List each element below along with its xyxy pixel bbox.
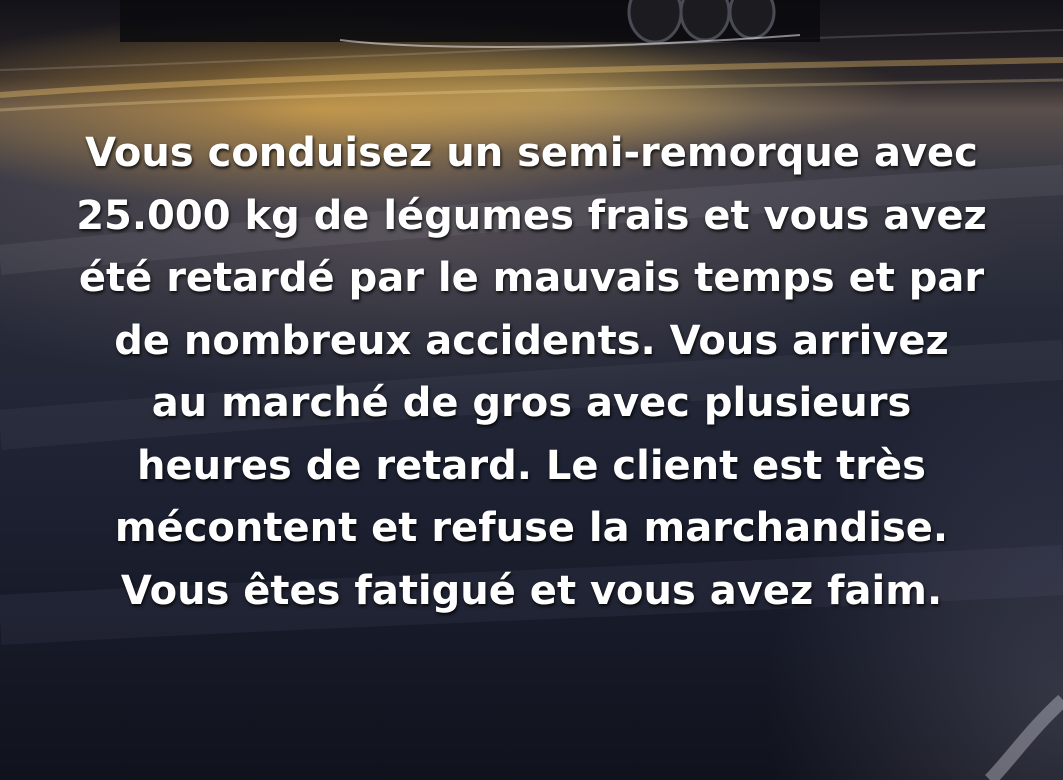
scenario-line-3: été retardé par le mauvais temps et par — [78, 255, 985, 301]
scenario-line-2: 25.000 kg de légumes frais et vous avez — [76, 192, 987, 239]
scenario-line-7: mécontent et refuse la marchandise. — [114, 505, 949, 551]
scenario-line-6: heures de retard. Le client est très — [137, 442, 926, 489]
slide: Vous conduisez un semi-remorque avec 25.… — [0, 0, 1063, 780]
scenario-text: Vous conduisez un semi-remorque avec 25.… — [20, 122, 1043, 622]
truck-wheels-silhouette — [120, 0, 820, 48]
scenario-line-4: de nombreux accidents. Vous arrivez — [114, 317, 949, 364]
scenario-line-8: Vous êtes fatigué et vous avez faim. — [120, 567, 943, 614]
scenario-line-1: Vous conduisez un semi-remorque avec — [85, 130, 978, 176]
scenario-line-5: au marché de gros avec plusieurs — [151, 380, 912, 426]
